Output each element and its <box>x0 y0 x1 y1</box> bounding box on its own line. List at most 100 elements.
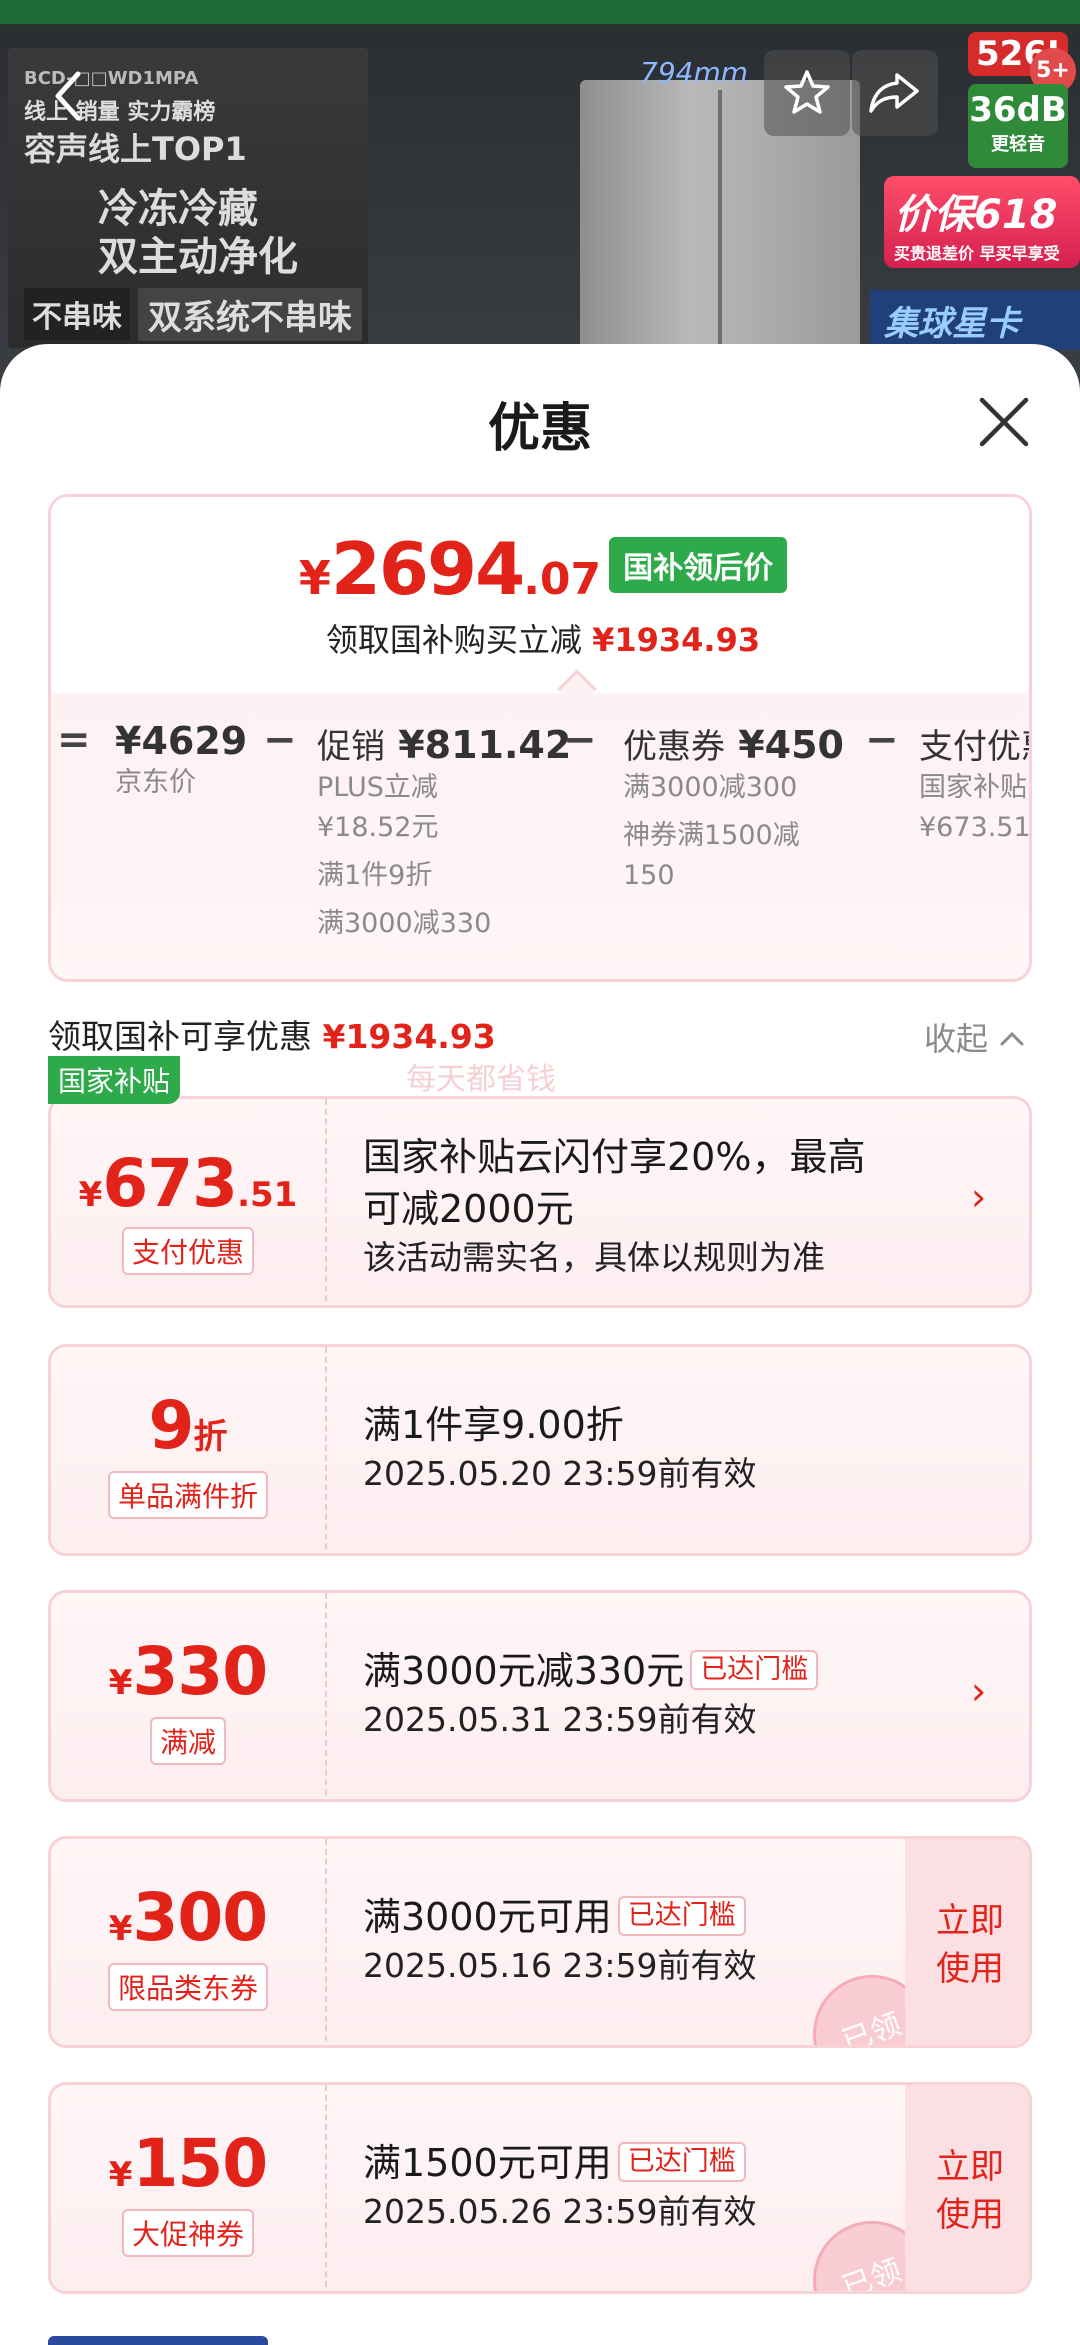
threshold-reached-badge: 已达门槛 <box>617 1896 746 1936</box>
coupon-yen: ¥ <box>108 2155 133 2195</box>
breakdown-jd-price: ¥4629 京东价 <box>115 719 247 803</box>
coupon-tag: 限品类东券 <box>107 1963 268 2011</box>
final-price-dec: .07 <box>523 554 602 605</box>
breakdown-label: 支付优惠 <box>919 727 1029 767</box>
breakdown-sub: ¥673.51 <box>919 812 1031 843</box>
coupon-left: ¥673.51 支付优惠 <box>51 1099 325 1305</box>
noise-badge-sub: 更轻音 <box>991 134 1045 155</box>
back-icon[interactable] <box>48 68 88 128</box>
breakdown-label: 促销 <box>317 727 385 767</box>
coupon-tag: 大促神券 <box>121 2209 254 2257</box>
breakdown-value: ¥811.42 <box>398 723 572 767</box>
share-button[interactable] <box>852 50 938 136</box>
star-icon <box>784 70 830 114</box>
gov-subsidy-corner-tag: 国家补贴 <box>48 1056 181 1104</box>
threshold-reached-badge: 已达门槛 <box>690 1650 819 1690</box>
coupon-title: 可减2000元 <box>363 1187 574 1231</box>
coupon-left: ¥300 限品类东券 <box>51 1839 325 2045</box>
sheet-title: 优惠 <box>487 399 592 459</box>
gov-subsidy-price-tag: 国补领后价 <box>609 537 788 593</box>
poster-line: 双主动净化 <box>98 234 298 280</box>
breakdown-sub: 150 <box>623 860 675 891</box>
watermark: 每天都省钱 <box>406 1062 556 1097</box>
coupon-title: 国家补贴云闪付享20%，最高 <box>363 1135 866 1179</box>
coupon-card-promo[interactable]: ¥150 大促神券 满1500元可用 已达门槛 2025.05.26 23:59前… <box>48 2082 1032 2294</box>
final-price: ¥2694.07 国补领后价 <box>51 527 1029 611</box>
threshold-reached-badge: 已达门槛 <box>617 2142 746 2182</box>
price-summary-card: ¥2694.07 国补领后价 领取国补购买立减 ¥1934.93 = ¥4629 … <box>48 494 1032 982</box>
coupon-card-discount[interactable]: 9折 单品满件折 满1件享9.00折 2025.05.20 23:59前有效 <box>48 1344 1032 1556</box>
coupon-divider <box>325 1839 327 2045</box>
coupon-decimal: .51 <box>237 1175 298 1215</box>
breakdown-sub: PLUS立减 <box>317 772 438 803</box>
summary-top: ¥2694.07 国补领后价 领取国补购买立减 ¥1934.93 <box>51 497 1029 693</box>
coupon-number: 9 <box>148 1387 195 1464</box>
breakdown-value: ¥450 <box>738 723 844 767</box>
coupon-number: 150 <box>132 2125 268 2202</box>
poster-line: 不串味 <box>24 288 130 340</box>
coupon-title: 满1500元可用 <box>363 2141 612 2185</box>
coupon-unit: 折 <box>193 1417 228 1457</box>
coupon-info: 国家补贴云闪付享20%，最高 可减2000元 该活动需实名，具体以规则为准 <box>363 1131 963 1281</box>
breakdown-sub: 满1件9折 <box>317 860 433 891</box>
use-now-button[interactable]: 立即使用 <box>905 2085 1029 2291</box>
breakdown-value: ¥4629 <box>115 719 248 763</box>
favorite-button[interactable] <box>764 50 850 136</box>
header-strip <box>0 0 1080 24</box>
breakdown-sub: 满3000减300 <box>623 772 798 803</box>
coupon-left: ¥330 满减 <box>51 1593 325 1799</box>
price-protect-sub: 买贵退差价 早买早享受 <box>894 244 1060 263</box>
final-price-int: 2694 <box>330 527 525 611</box>
final-price-subtitle: 领取国补购买立减 ¥1934.93 <box>51 615 1029 661</box>
final-sub-amount: ¥1934.93 <box>592 621 761 659</box>
close-icon <box>979 397 1029 447</box>
coupon-amount: 9折 <box>51 1387 325 1464</box>
event-badge: 集球星卡 <box>870 290 1080 350</box>
minus-sign: − <box>263 717 297 763</box>
coupon-amount: ¥673.51 <box>51 1145 325 1222</box>
minus-sign: − <box>865 717 899 763</box>
breakdown-sub: 京东价 <box>115 767 196 798</box>
collapse-toggle[interactable]: 收起 <box>924 1014 1026 1060</box>
use-now-button[interactable]: 立即使用 <box>905 1839 1029 2045</box>
noise-badge-value: 36dB <box>969 90 1067 130</box>
coupon-card-reduction[interactable]: ¥330 满减 满3000元减330元 已达门槛 2025.05.31 23:59… <box>48 1590 1032 1802</box>
final-price-yen: ¥ <box>298 551 331 605</box>
chevron-up-icon <box>1000 1031 1024 1046</box>
breakdown-sub: 神券满1500减 <box>623 820 800 851</box>
coupon-card-jd-coupon[interactable]: ¥300 限品类东券 满3000元可用 已达门槛 2025.05.16 23:59… <box>48 1836 1032 2048</box>
coupon-tag: 满减 <box>149 1717 226 1765</box>
next-card-peek <box>48 2336 268 2345</box>
coupon-title: 满3000元可用 <box>363 1895 612 1939</box>
breakdown-sub: 满3000减330 <box>317 908 492 939</box>
coupon-desc: 2025.05.31 23:59前有效 <box>363 1700 757 1739</box>
breakdown-sub: 国家补贴 <box>919 772 1027 803</box>
coupon-yen: ¥ <box>108 1909 133 1949</box>
fridge-door-split <box>718 90 722 380</box>
coupon-info: 满3000元减330元 已达门槛 2025.05.31 23:59前有效 <box>363 1645 963 1743</box>
product-image-background: BCD-□□WD1MPA 线上 销量 实力霸榜 容声线上TOP1 冷冻冷藏 双主… <box>0 0 1080 400</box>
price-protect-badge: 价保618 买贵退差价 早买早享受 <box>884 176 1080 268</box>
chevron-right-icon[interactable]: › <box>971 1669 986 1713</box>
coupon-info: 满1件享9.00折 2025.05.20 23:59前有效 <box>363 1399 963 1497</box>
breakdown-promotion: 促销 ¥811.42 PLUS立减 ¥18.52元 满1件9折 满3000减33… <box>317 719 571 944</box>
chevron-right-icon[interactable]: › <box>971 1175 986 1219</box>
coupon-desc: 2025.05.20 23:59前有效 <box>363 1454 757 1493</box>
coupon-yen: ¥ <box>108 1663 133 1703</box>
collapse-label: 收起 <box>924 1020 989 1058</box>
coupon-tag: 单品满件折 <box>107 1471 268 1519</box>
coupon-amount: ¥330 <box>51 1633 325 1710</box>
section-amount: ¥1934.93 <box>322 1017 496 1056</box>
breakdown-coupon: 优惠券 ¥450 满3000减300 神券满1500减 150 <box>623 719 844 896</box>
section-header: 领取国补可享优惠 ¥1934.93 <box>48 1010 496 1058</box>
poster-line: 容声线上TOP1 <box>24 130 247 168</box>
close-button[interactable] <box>972 390 1036 454</box>
coupon-divider <box>325 1347 327 1553</box>
share-icon <box>869 73 919 113</box>
coupon-card-payment[interactable]: ¥673.51 支付优惠 国家补贴云闪付享20%，最高 可减2000元 该活动需… <box>48 1096 1032 1308</box>
coupon-left: 9折 单品满件折 <box>51 1347 325 1553</box>
coupon-number: 300 <box>132 1879 268 1956</box>
section-label: 领取国补可享优惠 <box>48 1017 312 1056</box>
coupon-yen: ¥ <box>78 1175 103 1215</box>
coupon-divider <box>325 1099 327 1305</box>
